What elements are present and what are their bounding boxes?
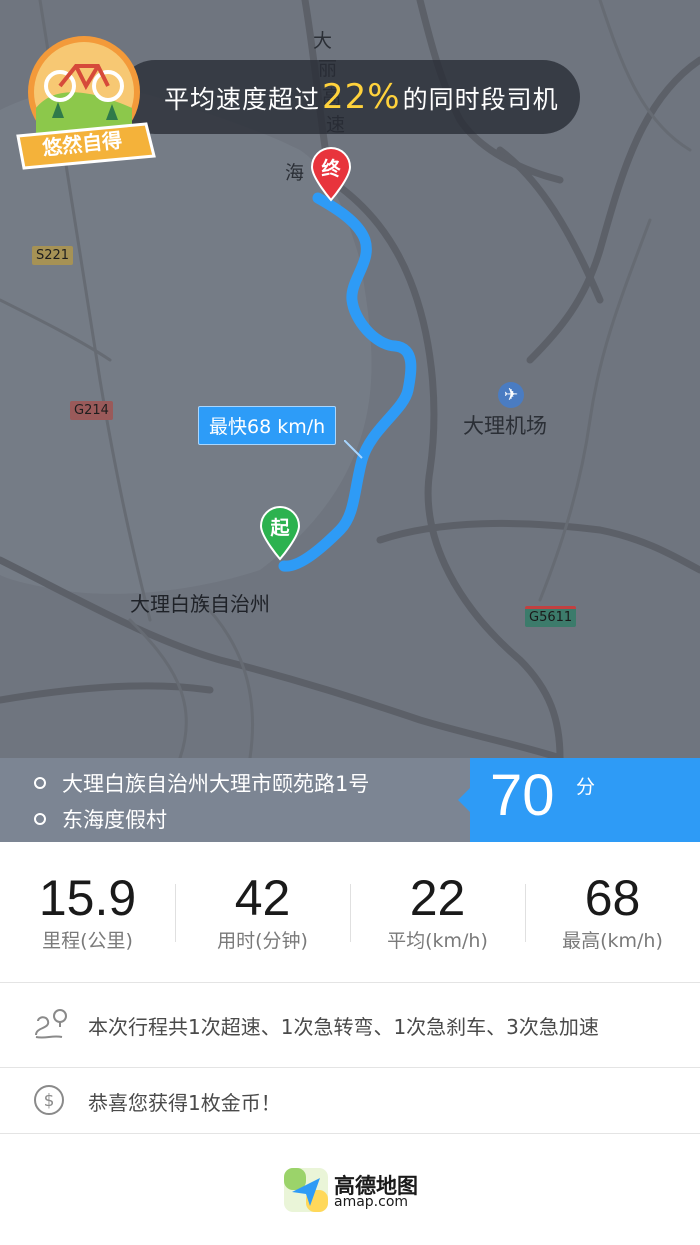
stat-duration: 42 用时(分钟) xyxy=(175,870,350,953)
leisure-badge: 悠然自得 xyxy=(12,28,162,188)
airport-label: 大理机场 xyxy=(463,414,547,438)
coins-text: 恭喜您获得1枚金币！ xyxy=(88,1091,281,1115)
svg-text:$: $ xyxy=(44,1091,55,1111)
stat-max: 68 最高(km/h) xyxy=(525,870,700,953)
amap-logo-icon xyxy=(284,1168,328,1212)
fastest-speed-callout: 最快68 km/h xyxy=(198,406,337,445)
shield-g214: G214 xyxy=(70,401,113,420)
route-icon xyxy=(35,1009,67,1039)
stat-max-value: 68 xyxy=(584,870,641,926)
driving-events-text: 本次行程共1次超速、1次急转弯、1次急刹车、3次急加速 xyxy=(88,1015,599,1039)
footer: 高德地图 amap.com xyxy=(0,1134,700,1245)
stat-distance-label: 里程(公里) xyxy=(42,930,133,952)
trip-stats: 15.9 里程(公里) 42 用时(分钟) 22 平均(km/h) 68 最高(… xyxy=(0,842,700,983)
stat-duration-label: 用时(分钟) xyxy=(217,930,308,952)
city-label: 大理白族自治州 xyxy=(130,592,270,616)
road-label-hai: 海 xyxy=(285,162,305,184)
stat-average-label: 平均(km/h) xyxy=(387,930,488,952)
end-address-text: 东海度假村 xyxy=(62,808,167,832)
banner-suffix: 的同时段司机 xyxy=(402,85,559,114)
end-dot-icon xyxy=(34,813,46,825)
score-value: 70 xyxy=(490,763,555,828)
end-pin-label: 终 xyxy=(321,158,341,180)
stat-distance-value: 15.9 xyxy=(38,870,137,926)
banner-percent: 22% xyxy=(322,77,401,117)
stat-average: 22 平均(km/h) xyxy=(350,870,525,953)
callout-pointer xyxy=(344,440,363,459)
coins-row[interactable]: $ 恭喜您获得1枚金币！ xyxy=(0,1067,700,1134)
coin-icon: $ xyxy=(34,1085,64,1115)
end-pin[interactable]: 终 xyxy=(310,146,352,206)
start-address: 大理白族自治州大理市颐苑路1号 xyxy=(34,768,369,798)
start-pin[interactable]: 起 xyxy=(259,505,301,565)
stat-average-value: 22 xyxy=(409,870,466,926)
start-dot-icon xyxy=(34,777,46,789)
end-address: 东海度假村 xyxy=(34,804,167,834)
start-address-text: 大理白族自治州大理市颐苑路1号 xyxy=(62,772,370,796)
driving-events-row[interactable]: 本次行程共1次超速、1次急转弯、1次急刹车、3次急加速 xyxy=(0,983,700,1068)
trip-map[interactable]: 大 丽 高 速 海 S221 G214 G5611 最快68 km/h 终 起 … xyxy=(0,0,700,758)
shield-s221: S221 xyxy=(32,246,74,265)
airport-icon[interactable]: ✈ xyxy=(498,382,524,408)
start-pin-label: 起 xyxy=(270,517,290,539)
banner-prefix: 平均速度超过 xyxy=(164,85,321,114)
trip-score[interactable]: 70 分 xyxy=(458,758,700,842)
road-label-dali-lijiang-1: 大 xyxy=(313,30,333,52)
score-unit: 分 xyxy=(576,776,596,798)
stat-max-label: 最高(km/h) xyxy=(562,930,663,952)
score-notch xyxy=(458,788,470,812)
speed-banner: 平均速度超过22%的同时段司机 xyxy=(118,60,580,134)
stat-duration-value: 42 xyxy=(234,870,291,926)
brand-domain: amap.com xyxy=(334,1194,409,1210)
stat-distance: 15.9 里程(公里) xyxy=(0,870,175,953)
shield-g5611: G5611 xyxy=(525,606,577,627)
bicycle-badge-icon xyxy=(16,36,156,170)
